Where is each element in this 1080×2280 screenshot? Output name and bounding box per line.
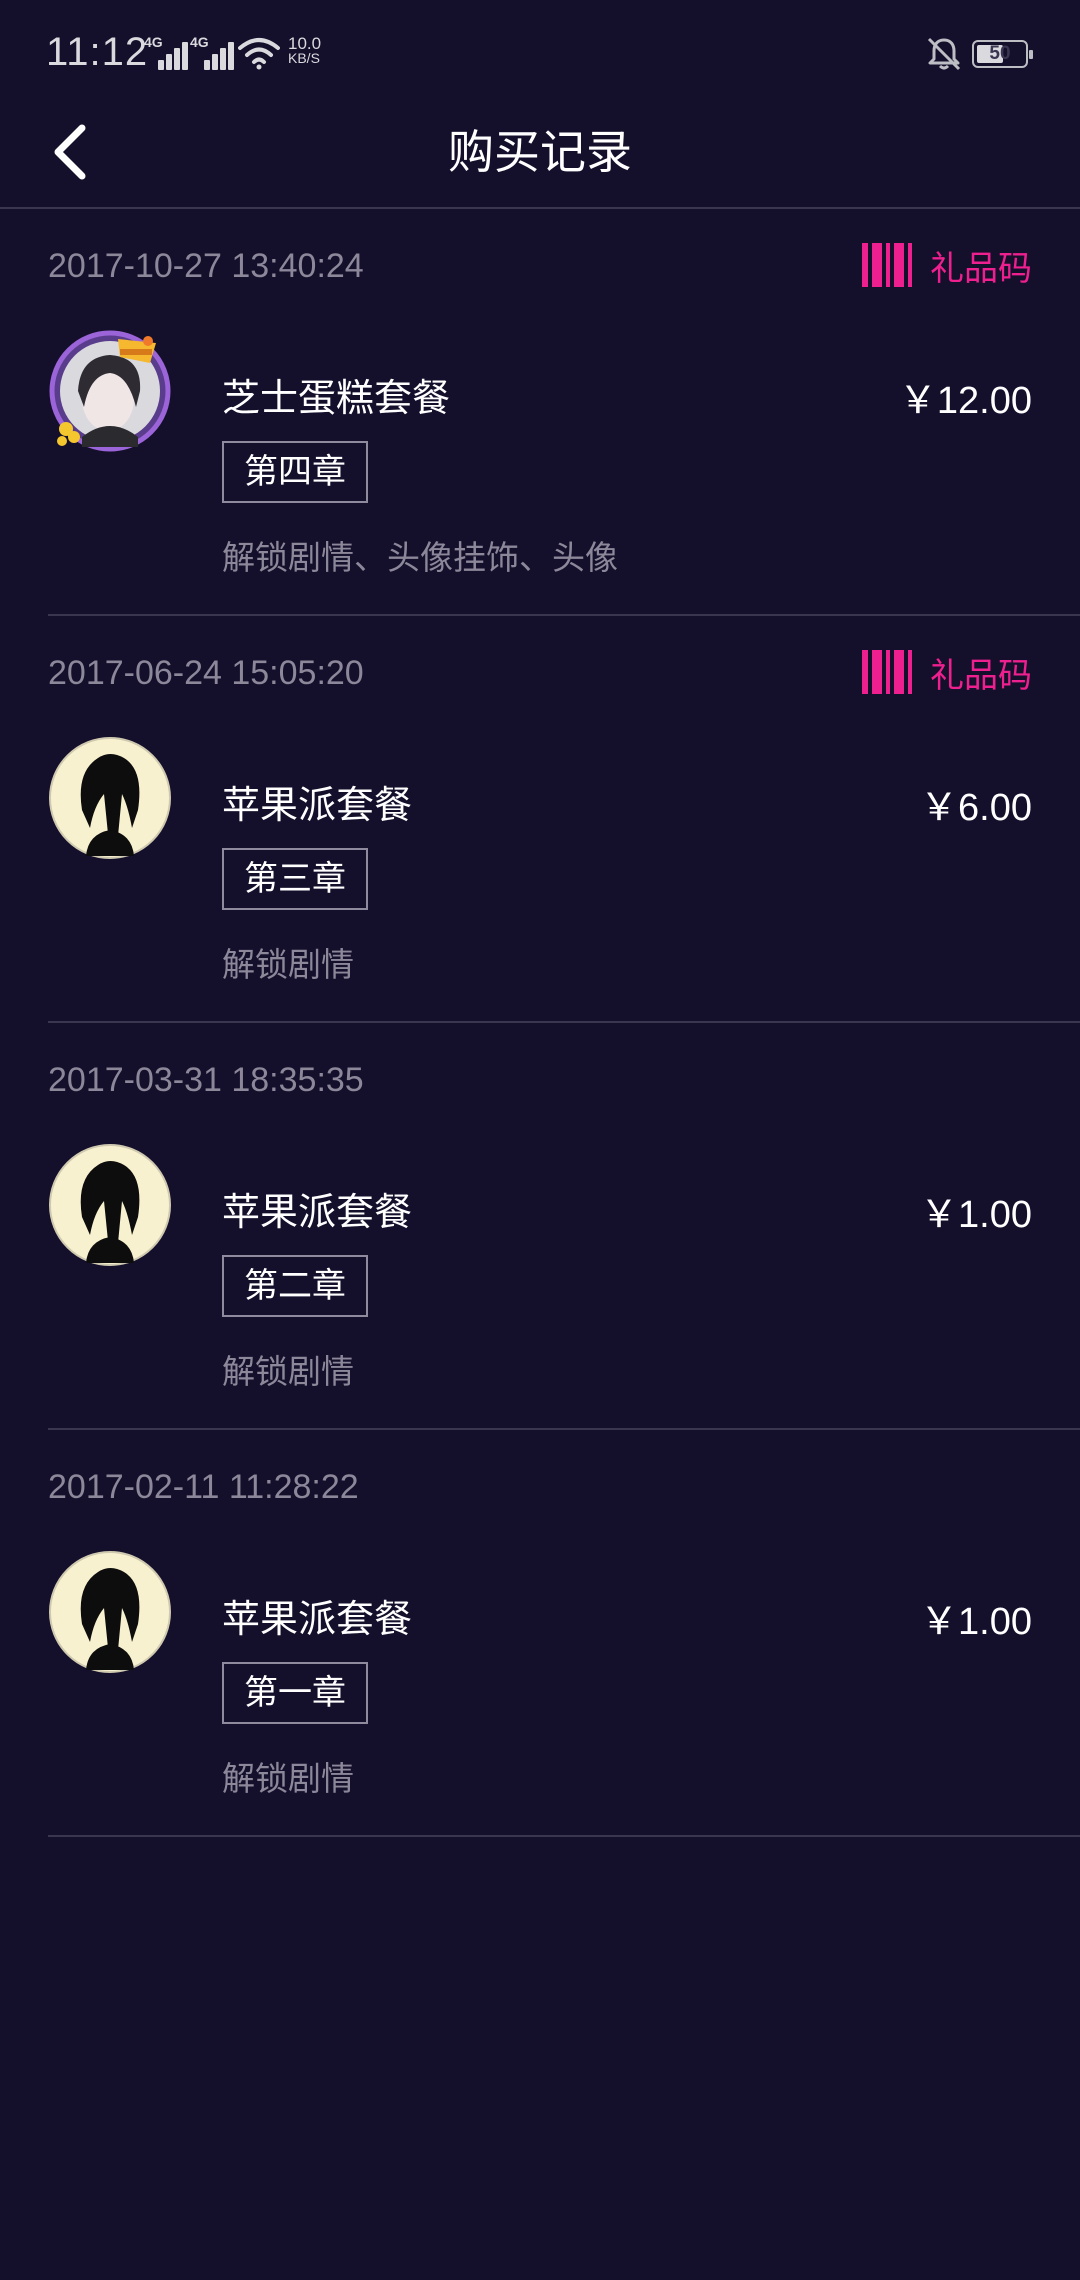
wifi-icon [238, 38, 280, 70]
record-divider [48, 1835, 1080, 1837]
silhouette-avatar-icon [49, 1144, 171, 1266]
purchase-time: 2017-10-27 13:40:24 [48, 247, 364, 285]
chapter-tag: 第四章 [222, 441, 368, 503]
network-type-label: 4G [190, 34, 209, 50]
page-title: 购买记录 [448, 125, 632, 179]
gift-code-button[interactable]: 礼品码 [862, 239, 1032, 291]
gift-code-label: 礼品码 [930, 248, 1032, 289]
gift-code-label: 礼品码 [930, 655, 1032, 696]
purchase-time: 2017-06-24 15:05:20 [48, 654, 364, 692]
chapter-tag: 第三章 [222, 848, 368, 910]
package-name: 苹果派套餐 [222, 783, 413, 827]
barcode-icon [862, 243, 912, 287]
barcode-icon [862, 650, 912, 694]
purchase-records-screen: 11:12 4G 4G 10.0 KB/S 50 购买记录 2017-10-27… [0, 0, 1080, 2280]
price: ￥1.00 [920, 1601, 1032, 1643]
package-name: 芝士蛋糕套餐 [222, 376, 451, 420]
purchase-record[interactable]: 2017-10-27 13:40:24 礼品码 芝士蛋糕套餐 ￥12.00 第四… [0, 209, 1080, 616]
network-speed: 10.0 KB/S [288, 34, 322, 66]
battery-level: 50 [989, 43, 1011, 64]
status-bar: 11:12 4G 4G 10.0 KB/S 50 [0, 0, 1080, 100]
cellular-signal-icon: 4G [144, 34, 188, 70]
bell-off-icon [927, 37, 961, 71]
battery-indicator: 50 [972, 40, 1033, 68]
silhouette-avatar-icon [49, 1551, 171, 1673]
speed-value: 10.0 [288, 34, 322, 53]
cellular-signal-icon: 4G [190, 34, 234, 70]
price: ￥1.00 [920, 1194, 1032, 1236]
unlock-description: 解锁剧情 [222, 1759, 354, 1798]
purchase-record[interactable]: 2017-02-11 11:28:22 苹果派套餐 ￥1.00 第一章 解锁剧情 [0, 1430, 1080, 1837]
silhouette-avatar-icon [49, 737, 171, 859]
package-name: 苹果派套餐 [222, 1190, 413, 1234]
price: ￥12.00 [898, 380, 1032, 422]
unlock-description: 解锁剧情、头像挂饰、头像 [222, 538, 618, 577]
speed-unit: KB/S [288, 50, 320, 66]
package-name: 苹果派套餐 [222, 1597, 413, 1641]
price: ￥6.00 [920, 787, 1032, 829]
decorated-avatar-icon [49, 330, 171, 452]
unlock-description: 解锁剧情 [222, 1352, 354, 1391]
top-navigation-bar: 购买记录 [0, 100, 1080, 208]
purchase-record[interactable]: 2017-06-24 15:05:20 礼品码 苹果派套餐 ￥6.00 第三章 … [0, 616, 1080, 1023]
purchase-time: 2017-03-31 18:35:35 [48, 1061, 364, 1099]
gift-code-button[interactable]: 礼品码 [862, 646, 1032, 698]
purchase-time: 2017-02-11 11:28:22 [48, 1468, 359, 1506]
purchase-record[interactable]: 2017-03-31 18:35:35 苹果派套餐 ￥1.00 第二章 解锁剧情 [0, 1023, 1080, 1430]
unlock-description: 解锁剧情 [222, 945, 354, 984]
network-type-label: 4G [144, 34, 163, 50]
chapter-tag: 第一章 [222, 1662, 368, 1724]
status-time: 11:12 [46, 30, 149, 74]
chapter-tag: 第二章 [222, 1255, 368, 1317]
